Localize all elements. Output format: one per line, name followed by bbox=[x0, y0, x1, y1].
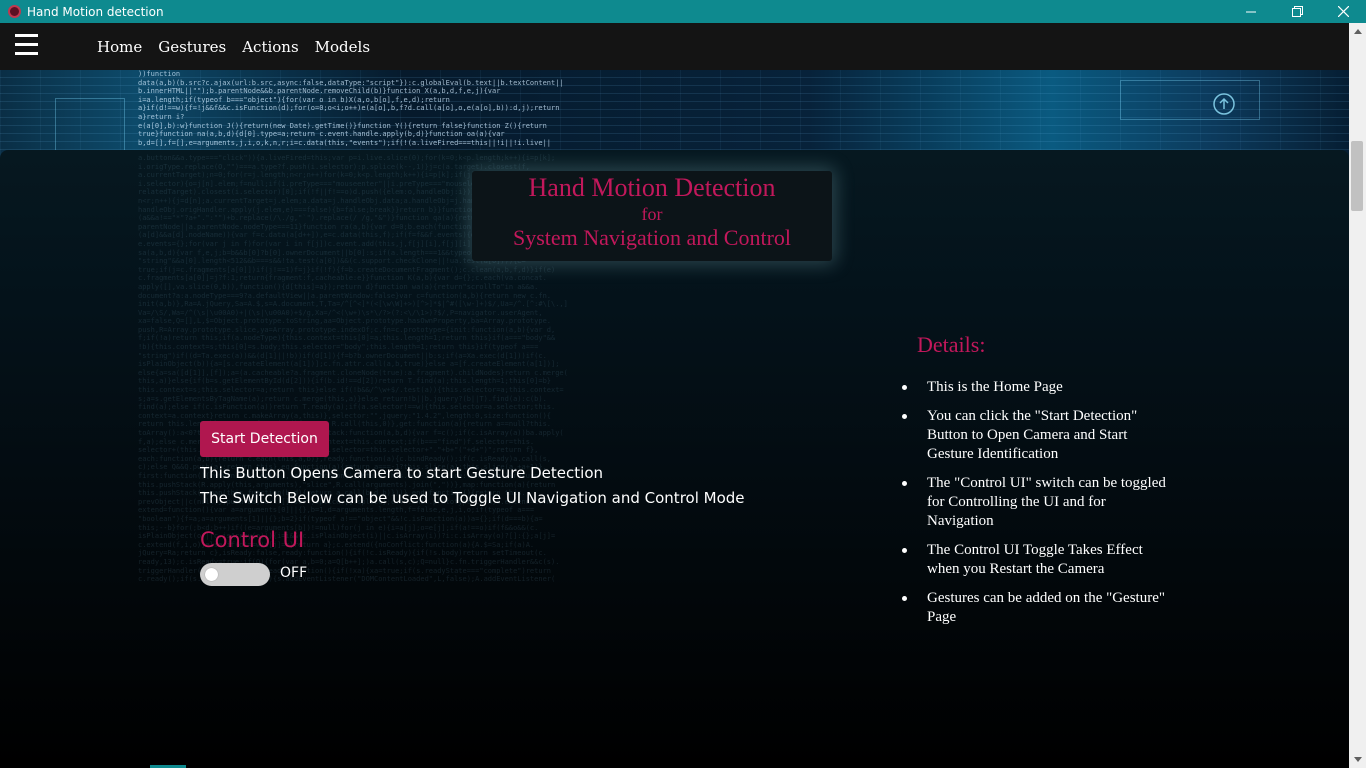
window-title: Hand Motion detection bbox=[27, 4, 164, 19]
hero-title: Hand Motion Detection bbox=[528, 173, 776, 202]
scroll-thumb[interactable] bbox=[1351, 141, 1363, 211]
restore-icon bbox=[1291, 6, 1303, 17]
scroll-down-button[interactable] bbox=[1349, 751, 1366, 768]
hero-subtitle: System Navigation and Control bbox=[512, 225, 792, 250]
window-controls bbox=[1228, 0, 1366, 23]
toggle-description: The Switch Below can be used to Toggle U… bbox=[200, 489, 745, 507]
circuit-upload-icon bbox=[1213, 93, 1235, 115]
nav-link-models[interactable]: Models bbox=[315, 38, 370, 56]
details-item: The "Control UI" switch can be toggled f… bbox=[900, 474, 1175, 531]
hamburger-menu-icon[interactable] bbox=[15, 34, 38, 56]
nav-link-home[interactable]: Home bbox=[97, 38, 142, 56]
minimize-button[interactable] bbox=[1228, 0, 1274, 23]
header-background-image: ))function data(a,b)(b.src?c.ajax(url:b.… bbox=[0, 70, 1349, 158]
start-button-description: This Button Opens Camera to start Gestur… bbox=[200, 464, 604, 482]
toggle-state-label: OFF bbox=[280, 565, 308, 581]
details-heading: Details: bbox=[917, 332, 986, 357]
close-icon bbox=[1337, 6, 1349, 17]
nav-link-actions[interactable]: Actions bbox=[242, 38, 298, 56]
chevron-up-icon bbox=[1353, 29, 1362, 34]
app-logo-icon bbox=[8, 5, 21, 18]
vertical-scrollbar[interactable] bbox=[1349, 23, 1366, 768]
details-item: Gestures can be added on the "Gesture" P… bbox=[900, 589, 1175, 627]
details-item: The Control UI Toggle Takes Effect when … bbox=[900, 541, 1175, 579]
toggle-knob bbox=[205, 568, 218, 581]
close-button[interactable] bbox=[1320, 0, 1366, 23]
restore-button[interactable] bbox=[1274, 0, 1320, 23]
details-item: You can click the "Start Detection" Butt… bbox=[900, 407, 1175, 464]
hero-title-box: Hand Motion Detection for System Navigat… bbox=[472, 171, 832, 261]
control-ui-toggle[interactable] bbox=[200, 563, 270, 586]
details-list: This is the Home Page You can click the … bbox=[900, 378, 1175, 637]
window-titlebar: Hand Motion detection bbox=[0, 0, 1366, 23]
control-ui-heading: Control UI bbox=[200, 528, 305, 552]
start-detection-button[interactable]: Start Detection bbox=[200, 421, 329, 457]
top-navbar: Home Gestures Actions Models bbox=[0, 23, 1349, 70]
scroll-up-button[interactable] bbox=[1349, 23, 1366, 40]
minimize-icon bbox=[1246, 11, 1256, 12]
details-item: This is the Home Page bbox=[900, 378, 1175, 397]
nav-links: Home Gestures Actions Models bbox=[97, 23, 386, 70]
hero-connector: for bbox=[641, 204, 663, 224]
chevron-down-icon bbox=[1353, 757, 1362, 762]
nav-link-gestures[interactable]: Gestures bbox=[158, 38, 226, 56]
